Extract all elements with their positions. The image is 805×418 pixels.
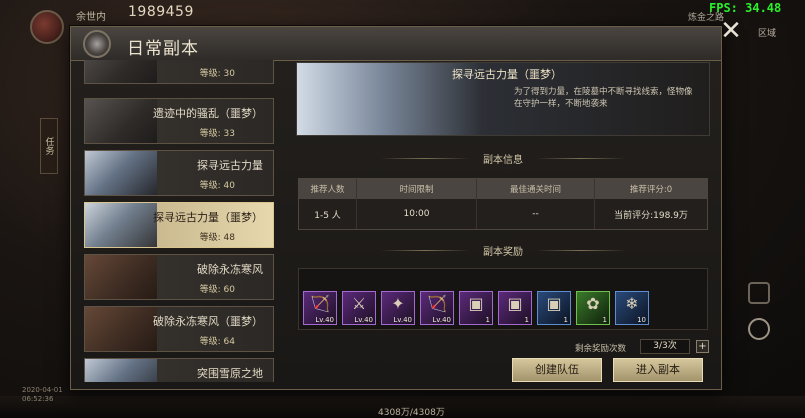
create-team-button[interactable]: 创建队伍 xyxy=(512,358,602,382)
dungeon-name: 破除永冻寒风 xyxy=(197,263,263,276)
dungeon-list-item[interactable]: 探寻远古力量（噩梦） 等级: 48 xyxy=(84,202,274,248)
reward-item[interactable]: ❄ 10 xyxy=(615,291,649,325)
value-time-limit: 10:00 xyxy=(357,199,477,229)
header-best-time: 最佳通关时间 xyxy=(477,179,595,199)
remaining-rewards-label: 剩余奖励次数 xyxy=(575,344,627,354)
reward-item-icon: ▣ xyxy=(468,294,484,313)
target-lock-icon[interactable] xyxy=(748,318,770,340)
dungeon-list-item[interactable]: 破除永冻寒风（噩梦） 等级: 64 xyxy=(84,306,274,352)
reward-item[interactable]: ▣ 1 xyxy=(537,291,571,325)
close-button[interactable]: ✕ xyxy=(718,18,744,44)
player-avatar[interactable] xyxy=(30,10,64,44)
player-name: 余世内 xyxy=(76,12,106,23)
header-time-limit: 时间限制 xyxy=(357,179,477,199)
dungeon-list-item[interactable]: 突围雪原之地 xyxy=(84,358,274,382)
dungeon-name: 遗迹中的骚乱（噩梦） xyxy=(153,107,263,120)
dungeon-thumbnail xyxy=(85,151,157,195)
reward-item[interactable]: ⚔ Lv.40 xyxy=(342,291,376,325)
reward-item-icon: ▣ xyxy=(507,294,523,313)
dungeon-level: 等级: 33 xyxy=(199,129,235,139)
settings-icon[interactable] xyxy=(748,282,770,304)
reward-item-icon: 🏹 xyxy=(310,294,330,313)
dungeon-thumbnail xyxy=(85,99,157,143)
quest-side-tab-label: 任务 xyxy=(43,137,54,155)
reward-item-icon: ⚔ xyxy=(351,294,367,313)
dungeon-name: 探寻远古力量（噩梦） xyxy=(153,211,263,224)
dungeon-thumbnail xyxy=(85,255,157,299)
dungeon-title: 探寻远古力量（噩梦） xyxy=(452,68,562,81)
dungeon-thumbnail xyxy=(85,307,157,351)
reward-item[interactable]: ✿ 1 xyxy=(576,291,610,325)
header-party-size: 推荐人数 xyxy=(299,179,357,199)
dungeon-level: 等级: 48 xyxy=(199,233,235,243)
dungeon-info-table: 推荐人数 时间限制 最佳通关时间 推荐评分:0 1-5 人 10:00 -- 当… xyxy=(298,178,708,230)
reward-item[interactable]: ▣ 1 xyxy=(459,291,493,325)
reward-item[interactable]: ▣ 1 xyxy=(498,291,532,325)
reward-item-count: 1 xyxy=(602,316,607,324)
reward-item-icon: ❄ xyxy=(625,294,639,313)
quest-side-tab[interactable]: 任务 xyxy=(40,118,58,174)
dungeon-emblem-icon xyxy=(83,30,111,58)
reward-item-count: Lv.40 xyxy=(432,316,451,324)
reward-item-icon: ✦ xyxy=(391,294,405,313)
divider xyxy=(536,250,626,251)
add-reward-count-button[interactable]: + xyxy=(696,340,709,353)
value-party-size: 1-5 人 xyxy=(299,199,357,229)
reward-item-count: Lv.40 xyxy=(354,316,373,324)
dungeon-list[interactable]: 等级: 30 遗迹中的骚乱（噩梦） 等级: 33 探寻远古力量 等级: 40 探寻远古力量… xyxy=(82,60,278,382)
value-best-time: -- xyxy=(477,199,595,229)
dungeon-list-item[interactable]: 破除永冻寒风 等级: 60 xyxy=(84,254,274,300)
dungeon-name: 突围雪原之地 xyxy=(197,367,263,380)
dungeon-list-item[interactable]: 遗迹中的骚乱（噩梦） 等级: 33 xyxy=(84,98,274,144)
value-current-score: 当前评分:198.9万 xyxy=(614,210,688,221)
dungeon-level: 等级: 60 xyxy=(199,285,235,295)
divider xyxy=(536,158,626,159)
header-recommended-score: 推荐评分:0 xyxy=(629,185,673,195)
reward-item-count: 1 xyxy=(563,316,568,324)
dungeon-level: 等级: 64 xyxy=(199,337,235,347)
dungeon-thumbnail xyxy=(85,60,157,83)
reward-item-icon: ▣ xyxy=(546,294,562,313)
remaining-rewards-value: 3/3次 xyxy=(640,339,690,354)
panel-title: 日常副本 xyxy=(127,39,199,59)
panel-header: 日常副本 xyxy=(71,27,721,61)
dungeon-name: 破除永冻寒风（噩梦） xyxy=(153,315,263,328)
info-table-row: 1-5 人 10:00 -- 当前评分:198.9万 xyxy=(299,199,707,229)
reward-item-count: Lv.40 xyxy=(393,316,412,324)
reward-item[interactable]: 🏹 Lv.40 xyxy=(303,291,337,325)
info-table-header: 推荐人数 时间限制 最佳通关时间 推荐评分:0 xyxy=(299,179,707,199)
dungeon-thumbnail xyxy=(85,203,157,247)
reward-item-icon: 🏹 xyxy=(427,294,447,313)
dungeon-level: 等级: 40 xyxy=(199,181,235,191)
reward-item[interactable]: ✦ Lv.40 xyxy=(381,291,415,325)
enter-dungeon-button[interactable]: 进入副本 xyxy=(613,358,703,382)
zone-sub: 区域 xyxy=(758,29,777,39)
datetime-text: 2020-04-01 06:52:36 xyxy=(22,386,63,403)
dungeon-list-item[interactable]: 探寻远古力量 等级: 40 xyxy=(84,150,274,196)
reward-item-count: Lv.40 xyxy=(315,316,334,324)
reward-item-icon: ✿ xyxy=(586,294,600,313)
reward-item-count: 1 xyxy=(524,316,529,324)
player-power: 1989459 xyxy=(128,4,194,20)
dungeon-thumbnail xyxy=(85,359,157,382)
reward-item[interactable]: 🏹 Lv.40 xyxy=(420,291,454,325)
dungeon-list-item[interactable]: 等级: 30 xyxy=(84,60,274,84)
dungeon-description: 为了得到力量，在陵墓中不断寻找线索，怪物像在守护一样，不断地袭来 xyxy=(514,87,693,109)
dungeon-name: 探寻远古力量 xyxy=(197,159,263,172)
reward-item-count: 1 xyxy=(485,316,490,324)
exp-text: 4308万/4308万 xyxy=(378,408,445,418)
dungeon-level: 等级: 30 xyxy=(199,69,235,79)
reward-item-count: 10 xyxy=(637,316,646,324)
